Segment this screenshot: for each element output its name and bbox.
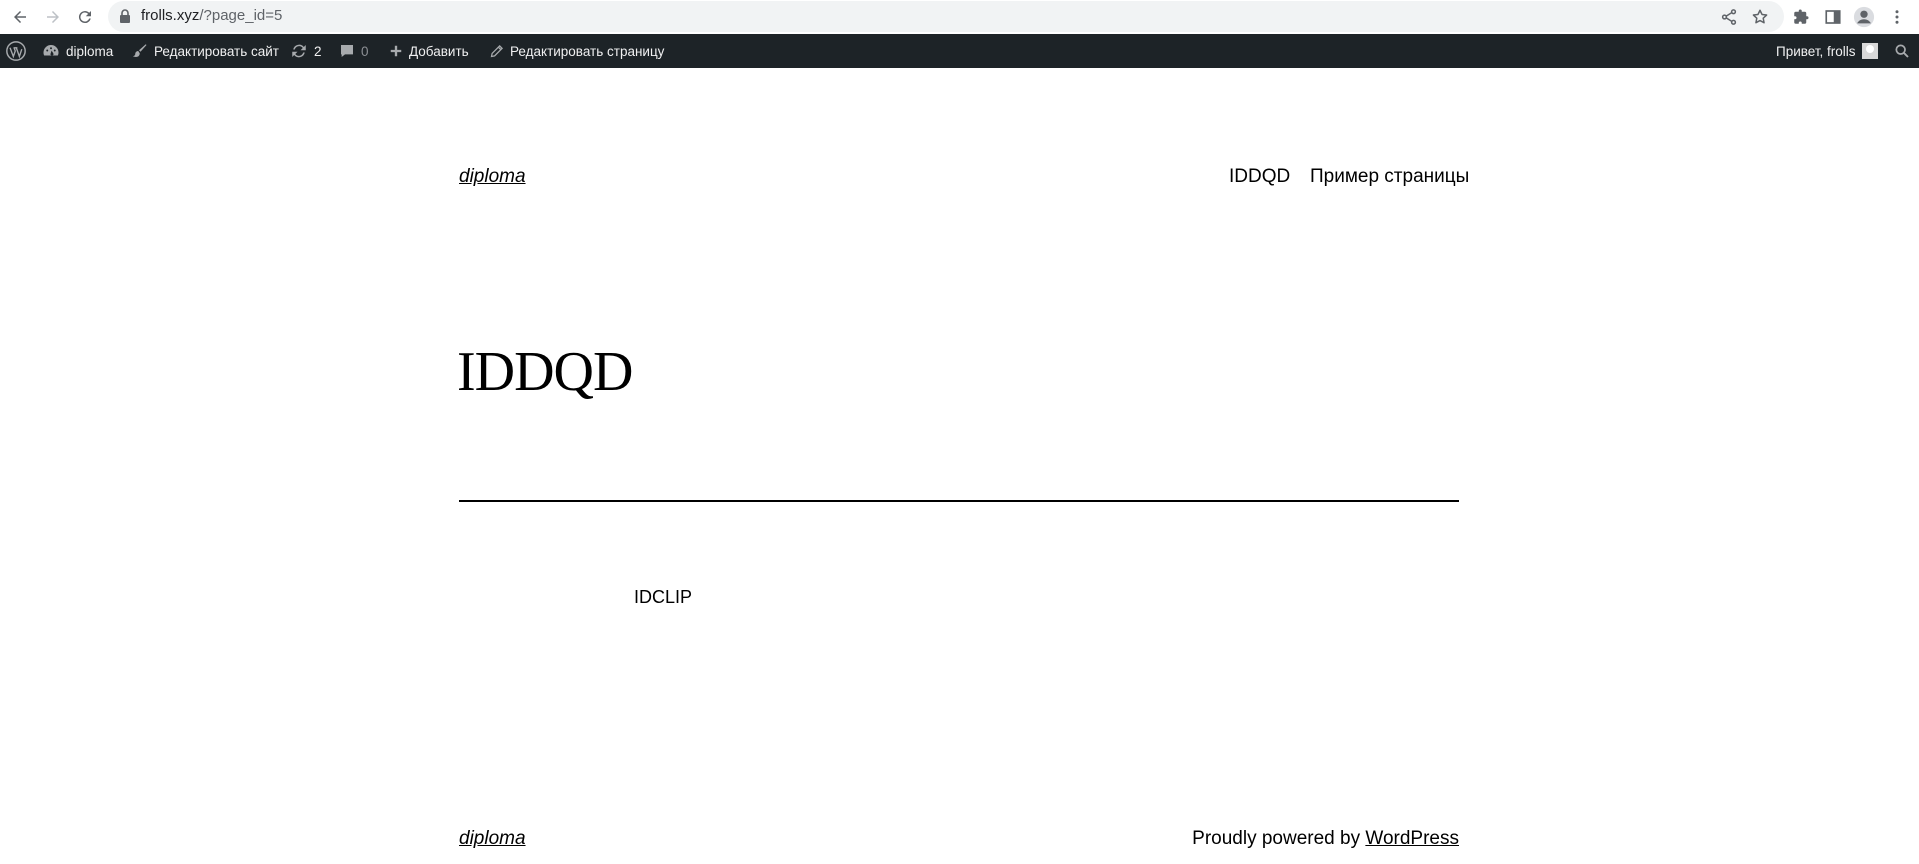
back-button[interactable] — [7, 4, 33, 30]
greeting-label: Привет, frolls — [1776, 43, 1856, 59]
page-title: IDDQD — [457, 341, 633, 403]
separator — [459, 500, 1459, 502]
back-icon — [14, 11, 26, 23]
adminbar-site-name[interactable]: diploma — [42, 34, 113, 68]
url-host: frolls.xyz — [141, 7, 200, 24]
footer-credit: Proudly powered by WordPress — [1192, 828, 1459, 850]
updates-icon — [292, 44, 306, 58]
site-title-link[interactable]: diploma — [459, 166, 526, 188]
share-icon[interactable] — [1720, 8, 1738, 26]
adminbar-customize-label: Редактировать сайт — [154, 43, 279, 59]
comment-icon — [341, 45, 353, 57]
extensions-button[interactable] — [1790, 6, 1812, 28]
address-bar[interactable]: frolls.xyz/?page_id=5 — [108, 1, 1784, 32]
adminbar-site-name-label: diploma — [66, 43, 114, 59]
avatar — [1861, 43, 1878, 59]
wordpress-link[interactable]: WordPress — [1365, 828, 1459, 849]
adminbar-edit-page-label: Редактировать страницу — [510, 43, 665, 59]
updates-count: 2 — [314, 43, 322, 59]
extensions-icon — [1794, 9, 1809, 24]
search-icon — [1895, 44, 1909, 58]
wp-admin-bar: diploma Редактировать сайт 2 0 Добавить … — [0, 34, 1919, 68]
forward-button[interactable] — [40, 4, 66, 30]
paintbrush-icon — [133, 44, 147, 57]
comments-count: 0 — [361, 43, 369, 59]
browser-menu-button[interactable] — [1886, 6, 1908, 28]
dashboard-icon — [43, 45, 59, 56]
reload-button[interactable] — [72, 4, 98, 30]
page-content: IDCLIP — [634, 587, 693, 607]
menu-item-iddqd[interactable]: IDDQD — [1229, 166, 1290, 188]
reload-icon — [78, 11, 91, 24]
adminbar-account[interactable]: Привет, frolls — [1776, 34, 1878, 68]
side-panel-icon — [1825, 10, 1841, 24]
menu-icon — [1895, 10, 1899, 24]
wp-logo-menu[interactable] — [5, 34, 27, 68]
footer-site-title-link[interactable]: diploma — [459, 828, 526, 850]
adminbar-customize[interactable]: Редактировать сайт — [130, 34, 279, 68]
profile-button[interactable] — [1853, 6, 1875, 28]
adminbar-edit-page[interactable]: Редактировать страницу — [489, 34, 664, 68]
adminbar-updates[interactable]: 2 — [290, 34, 322, 68]
pencil-icon — [490, 44, 504, 57]
plus-icon — [390, 45, 402, 57]
wordpress-logo-icon — [6, 41, 26, 61]
adminbar-search[interactable] — [1894, 34, 1910, 68]
adminbar-new-label: Добавить — [409, 43, 469, 59]
url-text: frolls.xyz/?page_id=5 — [141, 7, 282, 24]
forward-icon — [47, 11, 59, 23]
footer-credit-prefix: Proudly powered by — [1192, 828, 1366, 849]
menu-item-sample-page[interactable]: Пример страницы — [1310, 166, 1469, 188]
star-icon[interactable] — [1751, 8, 1769, 26]
profile-icon — [1853, 6, 1875, 28]
side-panel-button[interactable] — [1822, 6, 1844, 28]
lock-icon — [120, 9, 130, 23]
url-path: /?page_id=5 — [199, 7, 283, 24]
adminbar-comments[interactable]: 0 — [339, 34, 369, 68]
browser-toolbar: frolls.xyz/?page_id=5 — [0, 0, 1919, 34]
adminbar-new-content[interactable]: Добавить — [389, 34, 469, 68]
